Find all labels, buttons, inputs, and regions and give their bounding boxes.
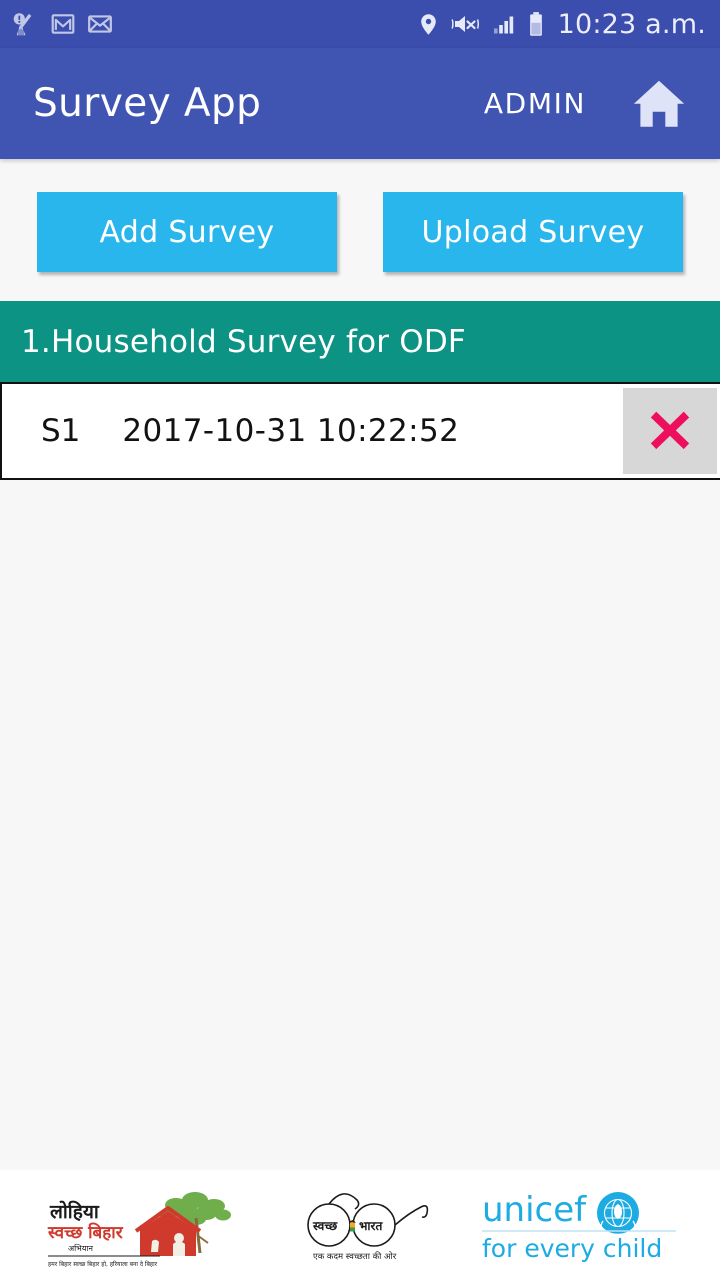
- svg-text:भारत: भारत: [359, 1219, 383, 1233]
- add-survey-button[interactable]: Add Survey: [37, 192, 337, 272]
- svg-text:अभियान: अभियान: [68, 1243, 94, 1253]
- cross-icon: [645, 405, 695, 458]
- section-header-title: 1.Household Survey for ODF: [21, 323, 466, 360]
- status-bar-right-icons: 10:23 a.m.: [416, 9, 706, 40]
- survey-id-label: S1: [41, 413, 81, 449]
- svg-text:unicef: unicef: [482, 1190, 587, 1230]
- lohia-swachh-bihar-logo: लोहिया स्वच्छ बिहार अभियान हमर बिहार स्व…: [22, 1178, 272, 1273]
- footer-logo-bar: लोहिया स्वच्छ बिहार अभियान हमर बिहार स्व…: [0, 1170, 720, 1280]
- svg-text:स्वच्छ बिहार: स्वच्छ बिहार: [47, 1222, 124, 1243]
- survey-row-content: S1 2017-10-31 10:22:52: [2, 384, 623, 478]
- envelope-icon: [87, 11, 113, 37]
- svg-text:लोहिया: लोहिया: [49, 1200, 100, 1223]
- admin-role-label: ADMIN: [483, 87, 586, 120]
- cleaner-alert-icon: [12, 11, 39, 38]
- svg-text:for every child: for every child: [482, 1234, 662, 1263]
- swachh-bharat-logo: स्वच्छ भारत एक कदम स्वच्छता की ओर: [272, 1183, 460, 1268]
- svg-text:स्वच्छ: स्वच्छ: [312, 1219, 338, 1233]
- app-bar: Survey App ADMIN: [0, 48, 720, 159]
- app-title: Survey App: [33, 81, 262, 126]
- action-button-row: Add Survey Upload Survey: [0, 159, 720, 301]
- sound-mute-icon: [451, 11, 481, 37]
- survey-list: S1 2017-10-31 10:22:52: [0, 382, 720, 480]
- location-pin-icon: [416, 12, 441, 37]
- upload-survey-button[interactable]: Upload Survey: [383, 192, 683, 272]
- unicef-logo: unicef for every child: [460, 1183, 700, 1268]
- delete-survey-button[interactable]: [623, 388, 717, 474]
- svg-text:हमर बिहार स्वच्छ बिहार हो, हरि: हमर बिहार स्वच्छ बिहार हो, हरियाला बना द…: [48, 1260, 158, 1268]
- battery-icon: [527, 11, 545, 38]
- gmail-icon: [50, 11, 76, 37]
- svg-text:एक कदम स्वच्छता की ओर: एक कदम स्वच्छता की ओर: [313, 1251, 397, 1262]
- survey-list-item[interactable]: S1 2017-10-31 10:22:52: [0, 382, 720, 480]
- status-bar: 10:23 a.m.: [0, 0, 720, 48]
- status-bar-clock: 10:23 a.m.: [557, 8, 706, 40]
- home-icon[interactable]: [628, 73, 690, 135]
- survey-datetime-label: 2017-10-31 10:22:52: [122, 413, 460, 449]
- signal-bars-icon: [491, 12, 517, 36]
- status-bar-left-icons: [12, 11, 113, 38]
- survey-section-header: 1.Household Survey for ODF: [0, 301, 720, 382]
